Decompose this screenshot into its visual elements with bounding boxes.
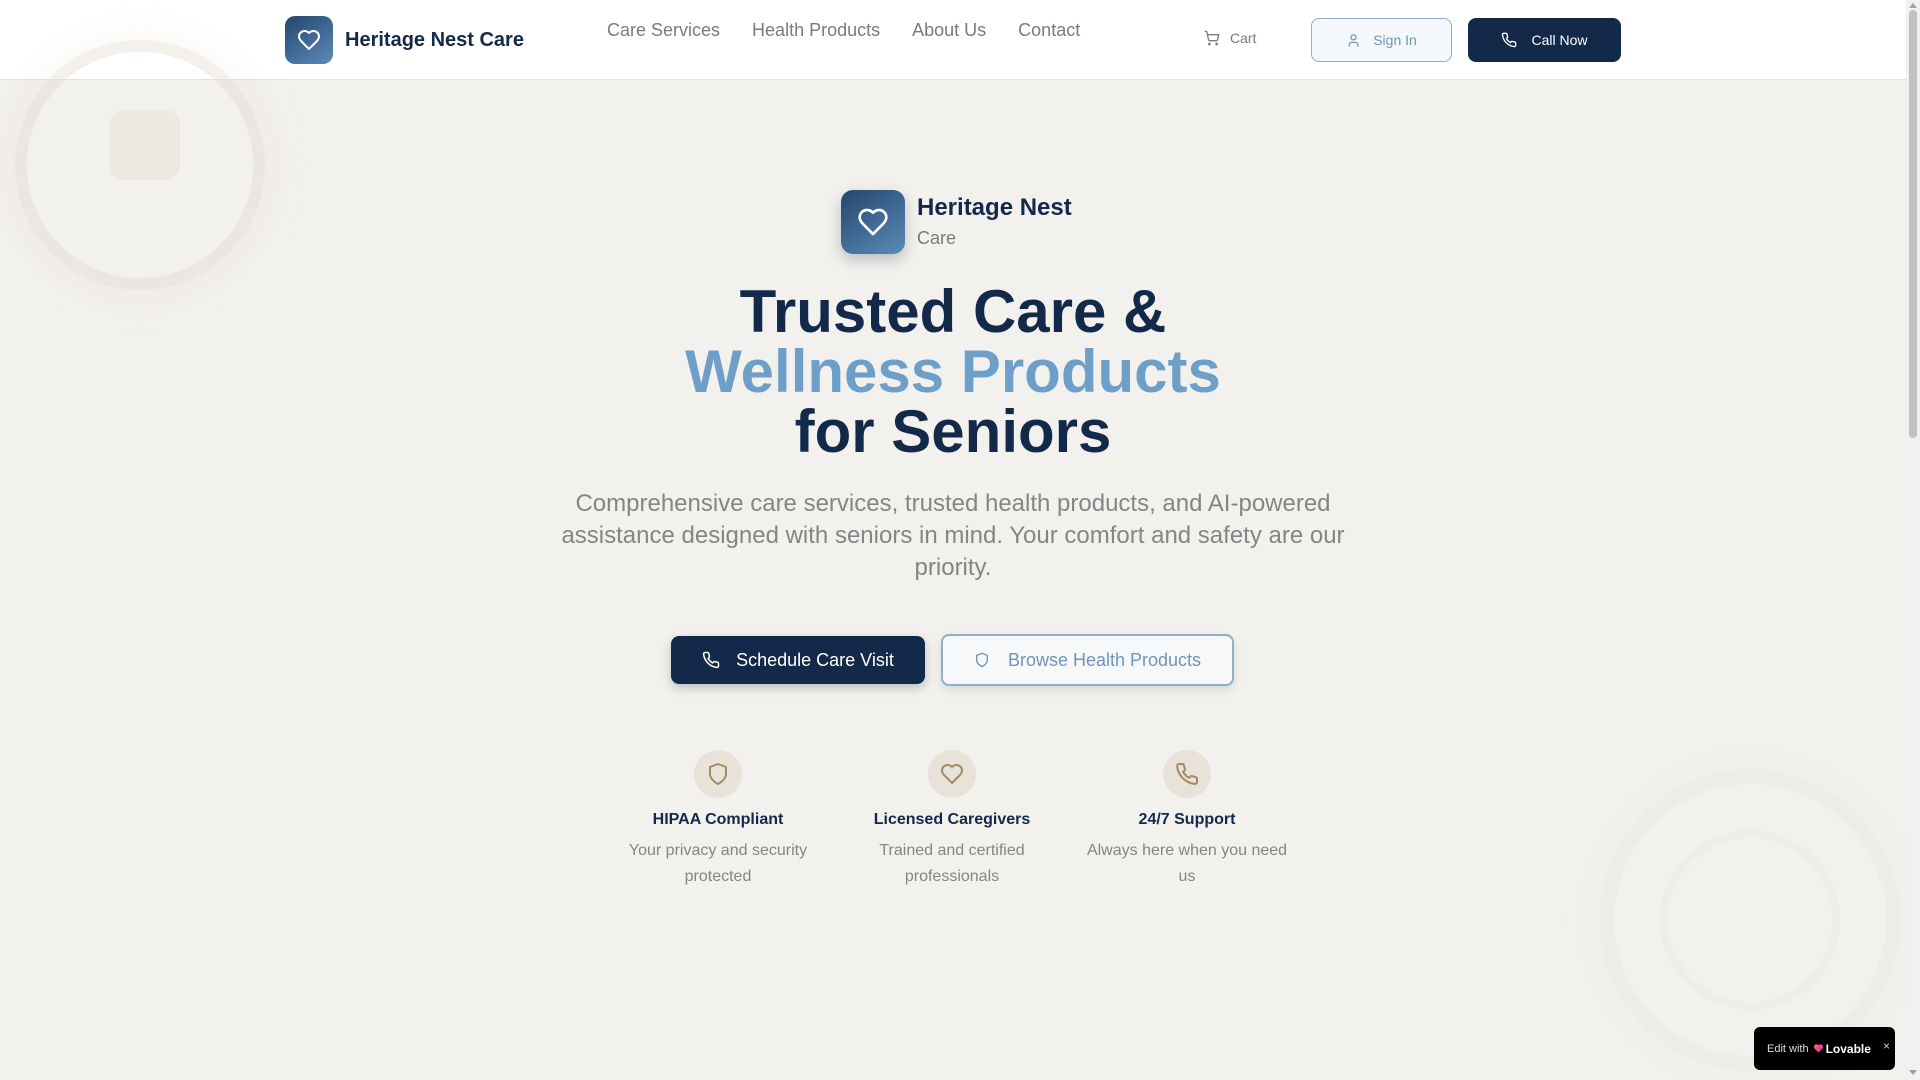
shield-icon <box>975 652 988 668</box>
brand[interactable]: Heritage Nest Care <box>285 16 524 64</box>
nav-about-us[interactable]: About Us <box>912 20 986 41</box>
feature-licensed-caregivers: Licensed Caregivers Trained and certifie… <box>847 750 1057 890</box>
lovable-logo: Lovable <box>1813 1042 1871 1056</box>
user-icon <box>1348 33 1359 47</box>
heart-icon <box>928 750 976 798</box>
cart-button[interactable]: Cart <box>1204 30 1256 46</box>
feature-desc: Your privacy and security protected <box>628 842 808 885</box>
scroll-thumb[interactable] <box>1909 10 1917 438</box>
feature-desc: Always here when you need us <box>1086 842 1288 885</box>
hero-subtext: Comprehensive care services, trusted hea… <box>561 490 1345 581</box>
close-icon[interactable]: × <box>1883 1039 1890 1053</box>
schedule-care-visit-label: Schedule Care Visit <box>736 649 894 670</box>
hero-brand-sub: Care <box>917 228 957 248</box>
decorative-square-top-left <box>110 110 180 180</box>
decorative-circle-bottom-right <box>1600 770 1900 1070</box>
nav-health-products[interactable]: Health Products <box>752 20 880 41</box>
scroll-up-arrow[interactable] <box>1909 3 1917 8</box>
headline-line-1: Trusted Care & <box>739 278 1167 345</box>
headline-line-2: Wellness Products <box>685 338 1221 405</box>
decorative-circle-bottom-right-inner <box>1660 830 1840 1010</box>
call-now-button[interactable]: Call Now <box>1468 18 1621 62</box>
feature-title: 24/7 Support <box>1138 811 1236 828</box>
phone-icon <box>1163 750 1211 798</box>
browse-health-products-label: Browse Health Products <box>1007 649 1202 670</box>
scroll-down-arrow[interactable] <box>1909 1070 1917 1075</box>
site-header: Heritage Nest Care Care Services Health … <box>0 0 1906 80</box>
hero-brand-name: Heritage Nest <box>917 194 1072 221</box>
nav-care-services[interactable]: Care Services <box>607 20 720 41</box>
schedule-care-visit-button[interactable]: Schedule Care Visit <box>671 636 925 684</box>
feature-desc: Trained and certified professionals <box>879 842 1025 885</box>
sign-in-label: Sign In <box>1373 32 1417 48</box>
feature-title: HIPAA Compliant <box>652 811 784 828</box>
vertical-scrollbar[interactable] <box>1906 0 1920 1080</box>
sign-in-button[interactable]: Sign In <box>1311 18 1452 62</box>
edit-with-lovable-badge[interactable]: Edit with Lovable × <box>1754 1027 1895 1070</box>
badge-text: Edit with <box>1767 1042 1809 1055</box>
main-nav: Care Services Health Products About Us C… <box>607 20 1080 41</box>
call-now-label: Call Now <box>1531 32 1588 48</box>
feature-24-7-support: 24/7 Support Always here when you need u… <box>1082 750 1292 890</box>
shield-icon <box>694 750 742 798</box>
hero-headline: Trusted Care & Wellness Products for Sen… <box>0 282 1906 462</box>
feature-title: Licensed Caregivers <box>873 811 1031 828</box>
browse-health-products-button[interactable]: Browse Health Products <box>941 634 1234 686</box>
nav-contact[interactable]: Contact <box>1018 20 1080 41</box>
brand-name: Heritage Nest Care <box>345 28 524 51</box>
cart-label: Cart <box>1230 30 1257 46</box>
phone-icon <box>1502 32 1517 48</box>
heart-icon <box>841 190 905 254</box>
phone-icon <box>702 651 720 669</box>
lovable-heart-icon <box>1813 1044 1823 1053</box>
cart-icon <box>1204 30 1220 46</box>
hero-brand: Heritage Nest Care <box>841 190 1072 254</box>
heart-icon <box>285 16 333 64</box>
feature-hipaa: HIPAA Compliant Your privacy and securit… <box>613 750 823 890</box>
badge-brand: Lovable <box>1825 1041 1871 1056</box>
headline-line-3: for Seniors <box>794 398 1112 465</box>
